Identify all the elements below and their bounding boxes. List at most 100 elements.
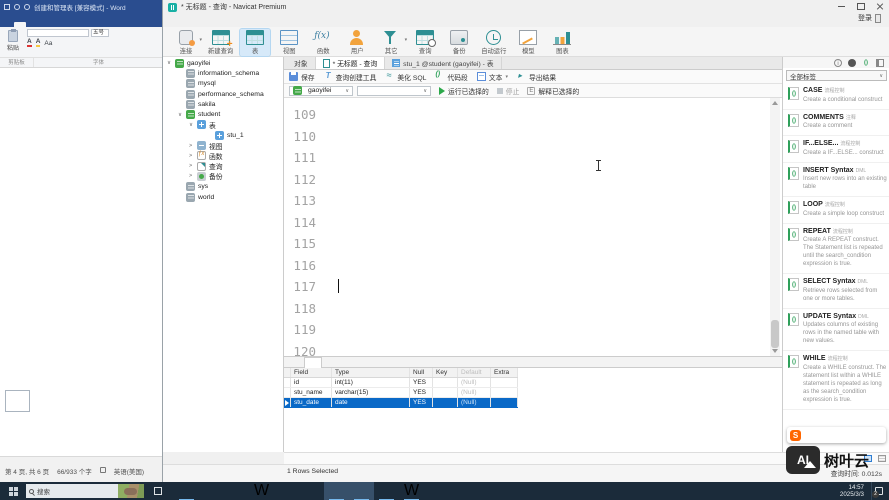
snippet-item[interactable]: () SELECT SyntaxDML Retrieve rows select… [783, 274, 889, 309]
app-button[interactable]: W [399, 482, 424, 500]
ribbon-tab[interactable] [74, 22, 86, 27]
tree-item[interactable]: 函数 [163, 151, 283, 161]
tree-item[interactable]: world [163, 192, 283, 202]
explain-selected-button[interactable]: E 解释已选择的 [527, 86, 579, 96]
snippet-item[interactable]: () COMMENTS注释 Create a comment [783, 110, 889, 137]
result-tab[interactable] [338, 357, 354, 367]
minimize-button[interactable] [832, 0, 851, 12]
paste-button[interactable]: 粘贴 [3, 29, 23, 57]
scroll-up-icon[interactable] [772, 101, 778, 105]
run-selected-button[interactable]: 运行已选择的 [439, 86, 489, 96]
database-select[interactable]: ∨ [357, 86, 431, 96]
save-icon[interactable] [4, 4, 10, 10]
task-view-button[interactable] [150, 483, 166, 499]
toolbar-button[interactable]: 备份 ▾ [444, 29, 474, 56]
font-name-box[interactable] [27, 29, 89, 37]
toolbar-button[interactable]: 图表 ▾ [547, 29, 577, 56]
login-chip[interactable]: 登录 [858, 13, 881, 23]
word-count[interactable]: 66/933 个字 [57, 466, 92, 476]
tree-item[interactable]: sakila [163, 99, 283, 109]
ribbon-tab[interactable] [38, 22, 50, 27]
toolbar-button[interactable]: 连接 ▾ [171, 29, 201, 56]
sogou-logo-icon[interactable]: S [790, 430, 801, 441]
column-header[interactable]: Type [332, 368, 410, 377]
search-highlight-image[interactable] [118, 484, 144, 498]
app-button[interactable] [299, 482, 324, 500]
sql-editor[interactable]: 109 110 111 112 113 [284, 98, 782, 356]
case-button[interactable]: Aa [44, 40, 52, 47]
tree-item[interactable]: stu_1 [163, 130, 283, 140]
tree-item[interactable]: student [163, 109, 283, 119]
taskbar-search[interactable]: 搜索 [26, 484, 144, 498]
scroll-down-icon[interactable] [772, 349, 778, 353]
tree-item[interactable]: 视图 [163, 140, 283, 150]
ribbon-tab[interactable] [62, 22, 74, 27]
result-tab[interactable] [304, 357, 322, 368]
panel-toggle-icon[interactable] [876, 59, 884, 67]
snippet-item[interactable]: () WHILE流程控制 Create a WHILE construct. T… [783, 351, 889, 410]
proofing-icon[interactable] [100, 467, 106, 473]
tree-item[interactable]: 查询 [163, 161, 283, 171]
expand-arrow-icon[interactable] [189, 143, 197, 149]
query-toolbar-button[interactable]: 导出结果 ▾ [517, 72, 556, 82]
toolbar-button[interactable]: 函数 ▾ [308, 29, 338, 56]
toolbar-button[interactable]: 用户 ▾ [342, 29, 372, 56]
expand-arrow-icon[interactable] [189, 122, 197, 128]
toolbar-button[interactable]: 表 ▾ [240, 29, 270, 56]
app-button[interactable] [324, 482, 349, 500]
tree-item[interactable]: information_schema [163, 68, 283, 78]
stop-button[interactable]: 停止 [497, 86, 520, 96]
scrollbar-thumb[interactable] [771, 320, 779, 348]
query-toolbar-button[interactable]: 代码段 ▾ [435, 72, 467, 82]
dot-icon[interactable] [848, 59, 856, 67]
ribbon-tab[interactable] [50, 22, 62, 27]
expand-arrow-icon[interactable] [189, 163, 197, 169]
snippet-item[interactable]: () UPDATE SyntaxDML Updates columns of e… [783, 309, 889, 352]
start-button[interactable] [0, 482, 26, 500]
app-button[interactable] [174, 482, 199, 500]
app-button[interactable]: W [249, 482, 274, 500]
snippet-filter-select[interactable]: 全部标签 ∨ [786, 70, 887, 81]
editor-scrollbar[interactable] [770, 98, 780, 356]
tree-item[interactable]: gaoyifei [163, 58, 283, 68]
app-button[interactable] [274, 482, 299, 500]
snippet-item[interactable]: () LOOP流程控制 Create a simple loop constru… [783, 197, 889, 224]
result-tab[interactable] [322, 357, 338, 367]
page-indicator[interactable]: 第 4 页, 共 6 页 [5, 466, 49, 476]
empty-text-frame[interactable] [5, 390, 30, 412]
toolbar-button[interactable]: 新建查询 ▾ [205, 29, 236, 56]
expand-arrow-icon[interactable] [189, 153, 197, 159]
form-view-icon[interactable] [878, 455, 886, 462]
column-header[interactable]: Key [433, 368, 458, 377]
expand-arrow-icon[interactable] [189, 173, 197, 179]
highlight-button[interactable]: A [36, 39, 41, 47]
ribbon-tab[interactable] [26, 22, 38, 27]
toolbar-button[interactable]: 视图 ▾ [274, 29, 304, 56]
toolbar-button[interactable]: 其它 ▾ [376, 29, 406, 56]
language-indicator[interactable]: 英语(美国) [114, 466, 144, 476]
table-row[interactable]: stu_date date YES (Null) [284, 398, 518, 408]
toolbar-button[interactable]: 查询 ▾ [410, 29, 440, 56]
tree-item[interactable]: performance_schema [163, 89, 283, 99]
column-header[interactable]: Extra [491, 368, 518, 377]
query-toolbar-button[interactable]: 文本 ▾ [477, 72, 508, 82]
app-button[interactable] [224, 482, 249, 500]
document-tab[interactable]: 对象 [284, 57, 316, 69]
query-toolbar-button[interactable]: 美化 SQL ▾ [385, 72, 426, 82]
table-row[interactable]: id int(11) YES (Null) [284, 378, 518, 388]
ribbon-tab[interactable] [14, 22, 26, 27]
column-header[interactable]: Default [458, 368, 491, 377]
code-snippet-icon[interactable]: () [862, 59, 870, 67]
close-button[interactable] [870, 0, 889, 12]
app-button[interactable] [374, 482, 399, 500]
redo-icon[interactable] [24, 4, 30, 10]
expand-arrow-icon[interactable] [178, 112, 186, 118]
maximize-button[interactable] [851, 0, 870, 12]
undo-icon[interactable] [14, 4, 20, 10]
app-button[interactable] [199, 482, 224, 500]
snippet-item[interactable]: () CASE流程控制 Create a conditional constru… [783, 83, 889, 110]
connection-select[interactable]: gaoyifei ∨ [289, 86, 353, 96]
tree-item[interactable]: mysql [163, 79, 283, 89]
info-icon[interactable]: i [834, 59, 842, 67]
expand-arrow-icon[interactable] [167, 60, 175, 66]
